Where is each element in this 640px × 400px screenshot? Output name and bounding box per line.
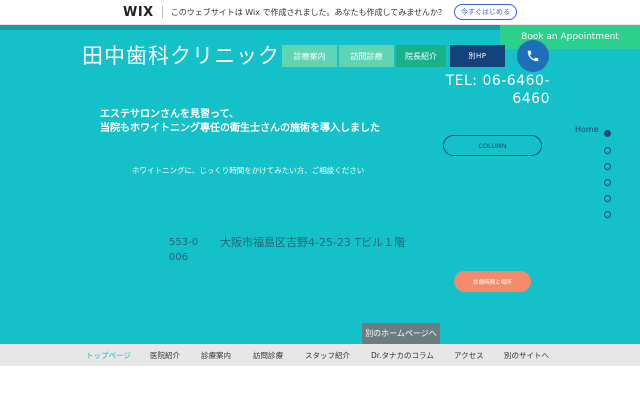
- other-homepage-button[interactable]: 別のホームページへ: [362, 323, 440, 344]
- address: 大阪市福島区吉野4-25-23 Tビル１階: [220, 236, 406, 249]
- site-title[interactable]: 田中歯科クリニック: [82, 40, 280, 70]
- tab-clinic-info[interactable]: 診療案内: [282, 45, 337, 67]
- postal-code: 553-0006: [169, 235, 203, 265]
- side-nav-dot-2[interactable]: [604, 147, 611, 154]
- wix-banner: WIX このウェブサイトは Wix で作成されました。あなたも作成してみませんか…: [0, 0, 640, 25]
- nav-column[interactable]: Dr.タナカのコラム: [371, 344, 434, 366]
- phone-button[interactable]: [517, 40, 549, 72]
- nav-access[interactable]: アクセス: [454, 344, 484, 366]
- side-nav-dot-3[interactable]: [604, 163, 611, 170]
- tab-director[interactable]: 院長紹介: [396, 45, 446, 67]
- nav-other-site[interactable]: 別のサイトへ: [504, 344, 549, 366]
- headline: エステサロンさんを見習って、 当院もホワイトニング専任の衛生士さんの施術を導入し…: [100, 108, 380, 136]
- nav-clinic-intro[interactable]: 医院紹介: [150, 344, 180, 366]
- nav-staff[interactable]: スタッフ紹介: [305, 344, 350, 366]
- nav-services[interactable]: 診療案内: [201, 344, 231, 366]
- headline-line-1: エステサロンさんを見習って、: [100, 109, 239, 120]
- side-nav-dot-5[interactable]: [604, 195, 611, 202]
- hours-location-button[interactable]: 診療時間と場所: [454, 271, 531, 292]
- nav-home-visit[interactable]: 訪問診療: [253, 344, 283, 366]
- phone-icon: [527, 50, 539, 62]
- wix-logo[interactable]: WIX: [123, 5, 154, 20]
- page: WIX このウェブサイトは Wix で作成されました。あなたも作成してみませんか…: [0, 0, 640, 400]
- wix-banner-text: このウェブサイトは Wix で作成されました。あなたも作成してみませんか？: [170, 7, 446, 17]
- side-nav-dot-4[interactable]: [604, 179, 611, 186]
- side-nav-dot-1[interactable]: [604, 130, 611, 137]
- column-button[interactable]: COLUMN: [443, 135, 542, 156]
- postal-code-text: 553-0006: [169, 237, 199, 263]
- tab-other-site[interactable]: 別HP: [450, 45, 505, 67]
- bottom-nav: トップページ 医院紹介 診療案内 訪問診療 スタッフ紹介 Dr.タナカのコラム …: [0, 344, 640, 366]
- footer-area: [0, 366, 640, 400]
- phone-number[interactable]: TEL: 06-6460-6460: [440, 72, 550, 108]
- tab-home-visit[interactable]: 訪問診療: [339, 45, 394, 67]
- side-nav-dot-6[interactable]: [604, 211, 611, 218]
- banner-divider: [161, 6, 163, 18]
- headline-line-2: 当院もホワイトニング専任の衛生士さんの施術を導入しました: [100, 123, 380, 134]
- hero-section: Book an Appointment 田中歯科クリニック 診療案内 訪問診療 …: [0, 25, 640, 344]
- side-nav-home-label[interactable]: Home: [575, 125, 599, 134]
- nav-top-page[interactable]: トップページ: [86, 344, 131, 366]
- wix-start-button[interactable]: 今すぐはじめる: [454, 4, 517, 20]
- whitening-subtext: ホワイトニングに、じっくり時間をかけてみたい方、ご相談ください: [132, 166, 365, 175]
